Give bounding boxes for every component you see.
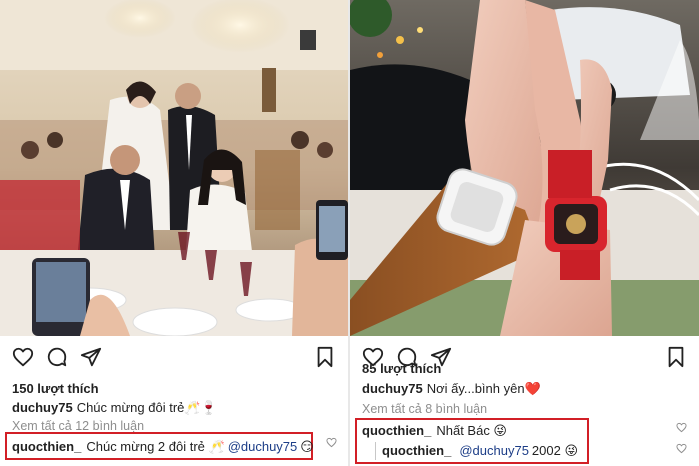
highlighted-comment-box: quocthien_ Chúc mừng 2 đôi trẻ 🥂 @duchuy75… (5, 432, 314, 460)
caption-text: Nơi ấy...bình yên❤️ (426, 381, 541, 396)
heart-icon[interactable] (12, 346, 34, 368)
reply-thread-line (375, 442, 376, 460)
post-photo-watches[interactable] (350, 0, 699, 336)
comment-mention[interactable]: @duchuy75 (228, 439, 298, 454)
caption-username[interactable]: duchuy75 (12, 400, 73, 415)
bookmark-icon[interactable] (314, 346, 336, 368)
comment-row: quocthien_ Chúc mừng 2 đôi trẻ 🥂 @duchuy75… (12, 439, 314, 455)
comment-username[interactable]: quocthien_ (362, 423, 431, 438)
comment-text: Nhất Bác 😜 (436, 423, 507, 438)
comment-text: Chúc mừng 2 đôi trẻ 🥂 (86, 439, 225, 454)
post-caption: duchuy75 Chúc mừng đôi trẻ🥂🍷 (12, 400, 217, 416)
comment-row: quocthien_ Nhất Bác 😜 (362, 423, 507, 439)
comment-like-heart-icon[interactable] (326, 437, 337, 448)
post-actions (12, 346, 336, 370)
post-photo-wedding[interactable] (0, 0, 348, 336)
caption-username[interactable]: duchuy75 (362, 381, 423, 396)
watches-photo-image (350, 0, 699, 336)
reply-mention[interactable]: @duchuy75 (459, 443, 529, 458)
wedding-photo-image (0, 0, 348, 336)
reply-like-heart-icon[interactable] (676, 443, 687, 454)
likes-count[interactable]: 85 lượt thích (362, 361, 441, 376)
comment-username[interactable]: quocthien_ (12, 439, 81, 454)
view-all-comments-link[interactable]: Xem tất cả 8 bình luận (362, 402, 487, 416)
bookmark-icon[interactable] (665, 346, 687, 368)
reply-username[interactable]: quocthien_ (382, 443, 451, 458)
reply-row: quocthien_ @duchuy75 2002 😜 (382, 443, 578, 459)
comment-icon[interactable] (46, 346, 68, 368)
comment-emoji: 😏 (300, 439, 314, 454)
view-all-comments-link[interactable]: Xem tất cả 12 bình luận (12, 419, 144, 433)
post-right: 85 lượt thích duchuy75 Nơi ấy...bình yên❤… (350, 0, 699, 466)
reply-text: 2002 😜 (531, 443, 579, 458)
caption-text: Chúc mừng đôi trẻ🥂🍷 (76, 400, 217, 415)
likes-count[interactable]: 150 lượt thích (12, 381, 99, 396)
comment-like-heart-icon[interactable] (676, 422, 687, 433)
share-icon[interactable] (80, 346, 102, 368)
post-caption: duchuy75 Nơi ấy...bình yên❤️ (362, 381, 541, 397)
highlighted-comment-box: quocthien_ Nhất Bác 😜 quocthien_ @duchuy75… (355, 418, 589, 464)
post-left: 150 lượt thích duchuy75 Chúc mừng đôi trẻ… (0, 0, 348, 466)
